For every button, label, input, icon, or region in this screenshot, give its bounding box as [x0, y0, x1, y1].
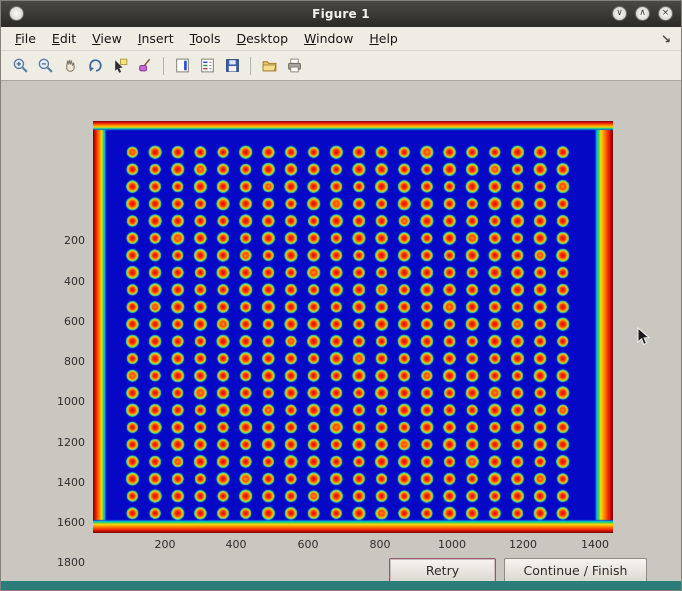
- y-tick-label: 1600: [47, 516, 85, 529]
- window-title: Figure 1: [1, 7, 681, 21]
- menu-help[interactable]: Help: [361, 28, 406, 49]
- x-tick-label: 1000: [430, 538, 474, 551]
- maximize-button[interactable]: ∧: [635, 6, 650, 21]
- zoom-out-icon[interactable]: [34, 55, 56, 77]
- print-icon[interactable]: [283, 55, 305, 77]
- y-tick-label: 800: [47, 355, 85, 368]
- menu-desktop[interactable]: Desktop: [228, 28, 296, 49]
- menu-bar: File Edit View Insert Tools Desktop Wind…: [1, 27, 681, 51]
- y-tick-label: 1000: [47, 395, 85, 408]
- pan-icon[interactable]: [59, 55, 81, 77]
- minimize-button[interactable]: ∨: [612, 6, 627, 21]
- x-tick-label: 1400: [573, 538, 617, 551]
- data-cursor-icon[interactable]: [109, 55, 131, 77]
- menu-edit[interactable]: Edit: [44, 28, 84, 49]
- y-tick-label: 400: [47, 275, 85, 288]
- y-tick-label: 1400: [47, 476, 85, 489]
- y-tick-label: 1200: [47, 436, 85, 449]
- menu-tools[interactable]: Tools: [182, 28, 229, 49]
- heatmap-image[interactable]: [93, 121, 613, 533]
- x-tick-label: 200: [143, 538, 187, 551]
- rotate-3d-icon[interactable]: [84, 55, 106, 77]
- figure-window: Figure 1 ∨ ∧ × File Edit View Insert Too…: [0, 0, 682, 591]
- x-tick-label: 600: [286, 538, 330, 551]
- close-button[interactable]: ×: [658, 6, 673, 21]
- x-tick-label: 1200: [501, 538, 545, 551]
- bottom-edge-strip: [1, 581, 681, 590]
- y-tick-label: 1800: [47, 556, 85, 569]
- open-icon[interactable]: [258, 55, 280, 77]
- legend-icon[interactable]: [196, 55, 218, 77]
- toolbar-separator: [250, 57, 251, 75]
- save-icon[interactable]: [221, 55, 243, 77]
- brush-icon[interactable]: [134, 55, 156, 77]
- figure-canvas-area: 200 400 600 800 1000 1200 1400 1600 1800…: [1, 81, 681, 583]
- y-tick-label: 200: [47, 234, 85, 247]
- x-tick-label: 400: [214, 538, 258, 551]
- retry-button[interactable]: Retry: [389, 558, 496, 583]
- dock-arrow-icon[interactable]: ↘: [661, 32, 671, 46]
- y-tick-label: 600: [47, 315, 85, 328]
- colorbar-icon[interactable]: [171, 55, 193, 77]
- x-tick-label: 800: [358, 538, 402, 551]
- zoom-in-icon[interactable]: [9, 55, 31, 77]
- menu-insert[interactable]: Insert: [130, 28, 182, 49]
- menu-window[interactable]: Window: [296, 28, 361, 49]
- figure-toolbar: [1, 51, 681, 81]
- toolbar-separator: [163, 57, 164, 75]
- continue-finish-button[interactable]: Continue / Finish: [504, 558, 647, 583]
- menu-view[interactable]: View: [84, 28, 130, 49]
- window-menu-button[interactable]: [9, 6, 24, 21]
- title-bar[interactable]: Figure 1 ∨ ∧ ×: [1, 1, 681, 27]
- menu-file[interactable]: File: [7, 28, 44, 49]
- mouse-cursor-icon: [637, 327, 651, 351]
